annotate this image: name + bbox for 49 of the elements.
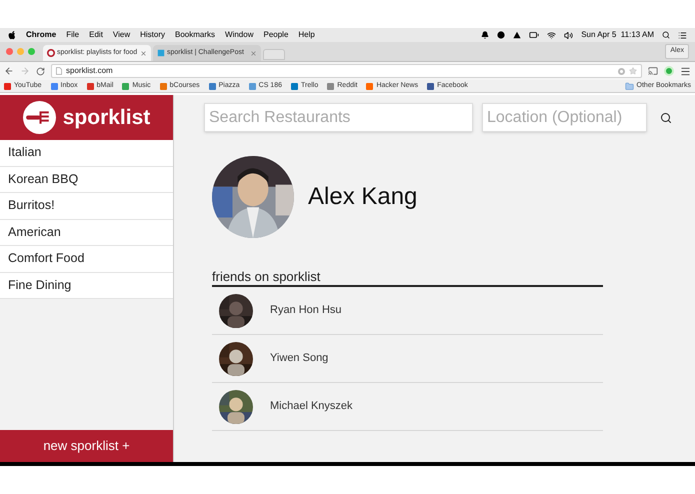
reload-icon[interactable] [36, 66, 45, 76]
list-icon[interactable] [678, 30, 687, 40]
close-icon[interactable] [140, 50, 147, 56]
apple-icon[interactable] [8, 30, 16, 40]
menu-item[interactable]: People [263, 29, 288, 41]
category-item[interactable]: Korean BBQ [0, 166, 173, 193]
menu-item[interactable]: File [66, 29, 80, 41]
friend-row[interactable]: Yiwen Song [212, 335, 603, 383]
new-sporklist-button[interactable]: new sporklist + [0, 430, 173, 462]
friend-name: Yiwen Song [270, 351, 328, 366]
category-item[interactable]: American [0, 220, 173, 246]
app-menu[interactable]: Chrome [26, 29, 56, 41]
folder-icon [624, 82, 634, 90]
tab-favicon [157, 49, 165, 57]
spork-logo-icon[interactable] [22, 101, 56, 134]
address-field[interactable]: sporklist.com [51, 64, 642, 78]
friend-row[interactable]: Ryan Hon Hsu [212, 287, 603, 335]
wifi-icon[interactable] [547, 30, 556, 40]
menu-item[interactable]: Bookmarks [175, 29, 216, 41]
menu-icon[interactable] [680, 66, 691, 76]
search-icon[interactable] [660, 112, 672, 124]
category-item[interactable]: Comfort Food [0, 246, 173, 272]
menu-item[interactable]: View [112, 29, 130, 41]
category-item[interactable]: Burritos! [0, 193, 173, 220]
back-icon[interactable] [4, 66, 14, 76]
menu-item[interactable]: Edit [89, 29, 103, 41]
page-icon [56, 67, 62, 75]
volume-icon[interactable] [564, 30, 574, 40]
category-item[interactable]: Fine Dining [0, 272, 173, 299]
friend-name: Michael Knyszek [270, 399, 353, 414]
friend-row[interactable]: Michael Knyszek [212, 383, 603, 431]
clock[interactable]: Sun Apr 5 11:13 AM [581, 29, 654, 41]
bell-icon[interactable] [481, 31, 490, 39]
close-icon[interactable] [250, 50, 257, 56]
cast-icon[interactable] [648, 66, 658, 76]
category-item[interactable]: Italian [0, 140, 173, 166]
battery-icon[interactable] [529, 30, 540, 40]
star-icon[interactable] [629, 67, 637, 75]
menu-item[interactable]: History [140, 29, 166, 41]
menu-item[interactable]: Help [298, 29, 315, 41]
user-name: Alex Kang [308, 182, 418, 212]
search-field[interactable]: Search Restaurants [204, 103, 473, 132]
location-field[interactable]: Location (Optional) [482, 103, 647, 132]
brand-name: sporklist [62, 104, 150, 131]
friends-heading: friends on sporklist [212, 268, 603, 287]
menu-item[interactable]: Window [225, 29, 254, 41]
friend-name: Ryan Hon Hsu [270, 303, 342, 318]
tab-favicon [47, 49, 55, 57]
search-icon[interactable] [662, 31, 670, 39]
